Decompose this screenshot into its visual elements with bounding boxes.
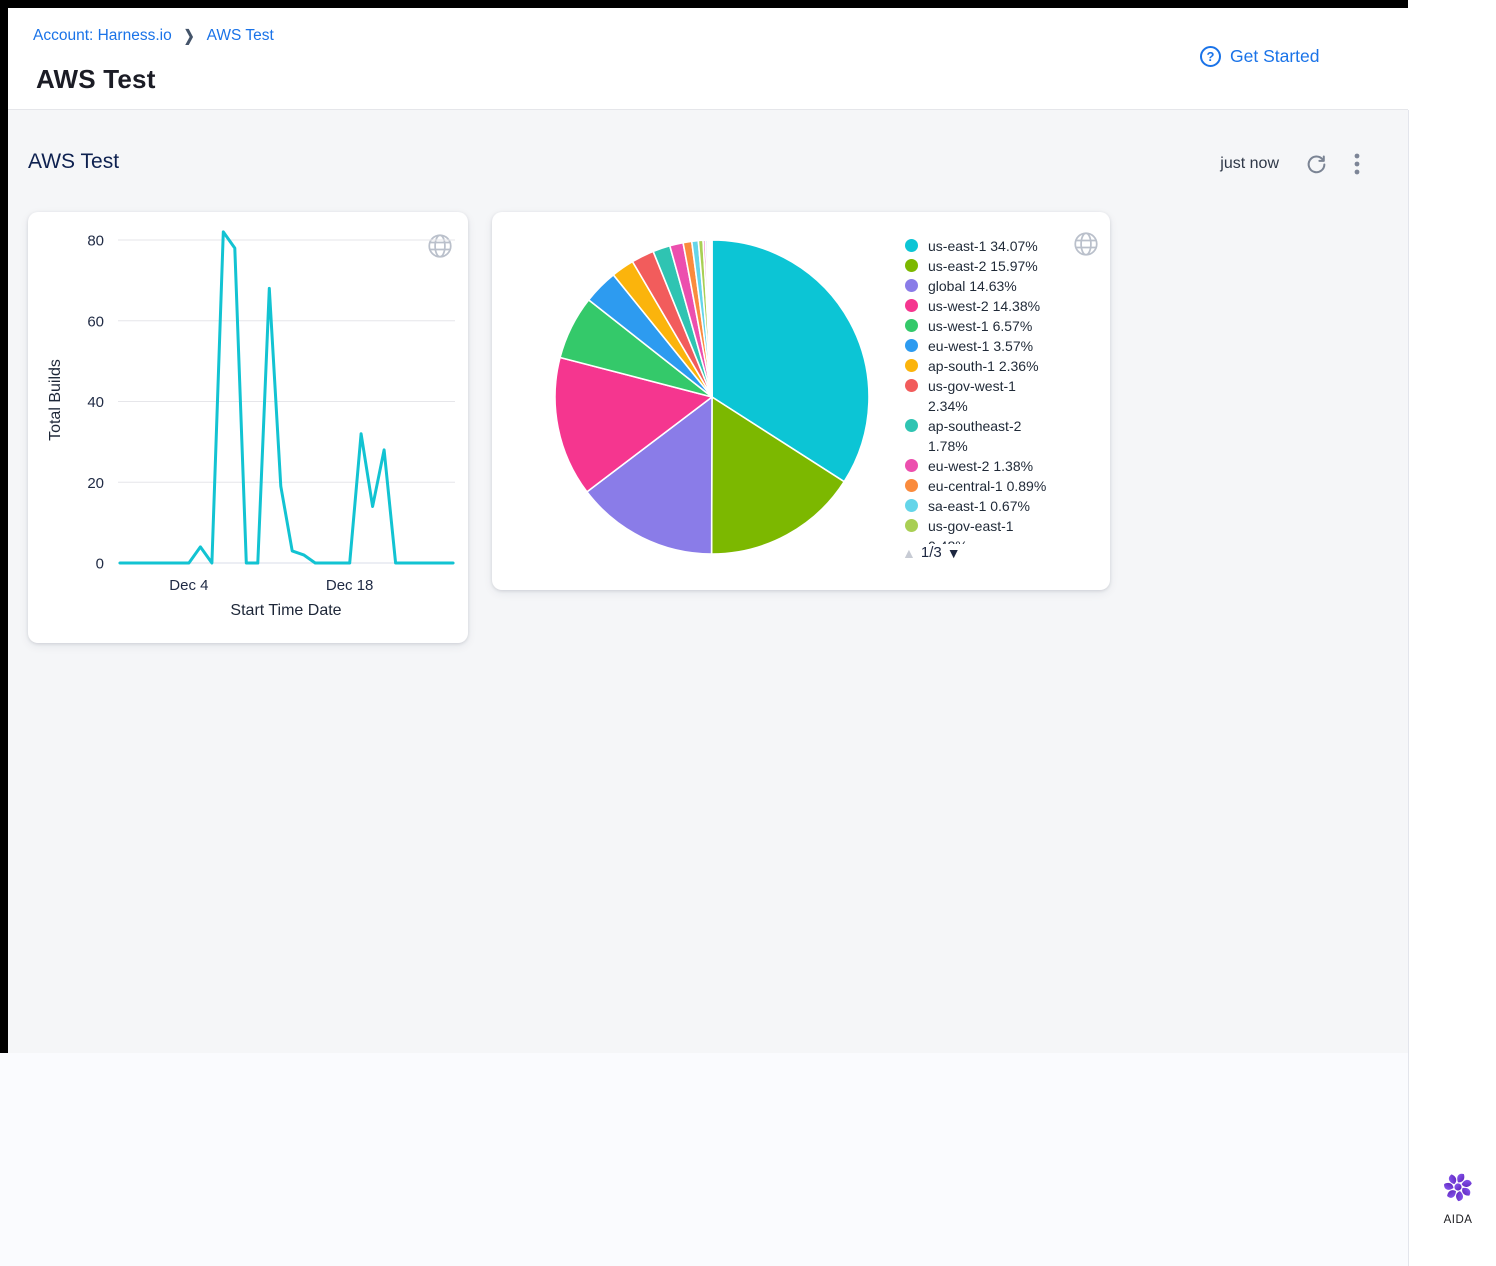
dashboard-title: AWS Test — [28, 150, 119, 174]
refresh-button[interactable] — [1305, 153, 1328, 176]
total-builds-series-line[interactable] — [120, 232, 453, 563]
legend-dot — [905, 419, 918, 432]
legend-dot — [905, 479, 918, 492]
legend-pager: ▲ 1/3 ▼ — [902, 544, 961, 561]
legend-dot — [905, 459, 918, 472]
legend-dot — [905, 239, 918, 252]
window-frame-left — [0, 8, 8, 1053]
page-header: Account: Harness.io ❯ AWS Test AWS Test … — [8, 8, 1408, 110]
legend-label: sa-east-1 0.67% — [928, 496, 1030, 516]
page-lower-area — [0, 1053, 1408, 1266]
aida-label: AIDA — [1437, 1214, 1479, 1226]
legend-dot — [905, 339, 918, 352]
y-tick-label: 40 — [87, 394, 104, 411]
aida-widget[interactable]: AIDA — [1437, 1168, 1479, 1226]
page: Account: Harness.io ❯ AWS Test AWS Test … — [0, 0, 1496, 1266]
breadcrumb-account-link[interactable]: Account: Harness.io — [33, 27, 172, 45]
legend-label: eu-west-1 3.57% — [928, 336, 1033, 356]
legend-label: us-west-1 6.57% — [928, 316, 1032, 336]
legend-label: global 14.63% — [928, 276, 1017, 296]
legend-label: us-east-1 34.07% — [928, 236, 1038, 256]
legend-dot — [905, 259, 918, 272]
legend-item-eu-west-2[interactable]: eu-west-2 1.38% — [905, 456, 1063, 476]
legend-item-ap-southeast-2[interactable]: ap-southeast-21.78% — [905, 416, 1063, 456]
dashboard-menu-button[interactable] — [1354, 152, 1360, 176]
legend-dot — [905, 499, 918, 512]
x-axis-label: Start Time Date — [230, 602, 341, 620]
chevron-right-icon: ❯ — [184, 26, 195, 45]
kebab-menu-icon — [1354, 152, 1360, 176]
x-tick-label: Dec 4 — [169, 577, 208, 594]
legend-item-us-west-1[interactable]: us-west-1 6.57% — [905, 316, 1063, 336]
dashboard-actions: just now — [1220, 152, 1360, 176]
aida-flower-icon — [1439, 1168, 1477, 1206]
breadcrumb: Account: Harness.io ❯ AWS Test — [33, 27, 274, 45]
legend-item-us-gov-west-1[interactable]: us-gov-west-12.34% — [905, 376, 1063, 416]
legend-label: ap-southeast-21.78% — [928, 416, 1021, 456]
right-gutter — [1408, 0, 1496, 1266]
x-tick-label: Dec 18 — [326, 577, 374, 594]
y-tick-label: 20 — [87, 475, 104, 492]
pie-legend: us-east-1 34.07%us-east-2 15.97%global 1… — [905, 236, 1063, 544]
line-chart[interactable]: 0 20 40 60 80 Dec 4 Dec 18 — [28, 212, 468, 643]
legend-item-ap-south-1[interactable]: ap-south-1 2.36% — [905, 356, 1063, 376]
legend-dot — [905, 299, 918, 312]
get-started-link[interactable]: ? Get Started — [1200, 46, 1320, 67]
total-builds-chart-card: 0 20 40 60 80 Dec 4 Dec 18 Total Builds Start … — [28, 212, 468, 643]
window-frame-top — [0, 0, 1496, 8]
legend-item-us-west-2[interactable]: us-west-2 14.38% — [905, 296, 1063, 316]
legend-page-down-button[interactable]: ▼ — [947, 545, 961, 561]
help-circle-icon: ? — [1200, 46, 1221, 67]
last-refreshed-label: just now — [1220, 155, 1279, 173]
legend-item-us-east-1[interactable]: us-east-1 34.07% — [905, 236, 1063, 256]
legend-label: us-gov-east-10.48% — [928, 516, 1014, 544]
refresh-icon — [1305, 153, 1328, 176]
legend-label: eu-central-1 0.89% — [928, 476, 1046, 496]
y-tick-label: 80 — [87, 233, 104, 250]
legend-label: us-east-2 15.97% — [928, 256, 1038, 276]
dashboard-content: AWS Test just now — [8, 110, 1408, 1053]
legend-dot — [905, 359, 918, 372]
legend-dot — [905, 379, 918, 392]
region-pie-chart-card: us-east-1 34.07%us-east-2 15.97%global 1… — [492, 212, 1110, 590]
content-right-border — [1408, 110, 1409, 1266]
legend-page-up-button[interactable]: ▲ — [902, 545, 916, 561]
legend-label: us-gov-west-12.34% — [928, 376, 1016, 416]
legend-page-indicator: 1/3 — [921, 544, 942, 561]
legend-label: us-west-2 14.38% — [928, 296, 1040, 316]
y-axis-label: Total Builds — [47, 359, 65, 441]
legend-label: ap-south-1 2.36% — [928, 356, 1039, 376]
legend-item-us-east-2[interactable]: us-east-2 15.97% — [905, 256, 1063, 276]
legend-label: eu-west-2 1.38% — [928, 456, 1033, 476]
get-started-label: Get Started — [1230, 46, 1320, 67]
y-tick-label: 60 — [87, 313, 104, 330]
legend-item-eu-central-1[interactable]: eu-central-1 0.89% — [905, 476, 1063, 496]
legend-item-eu-west-1[interactable]: eu-west-1 3.57% — [905, 336, 1063, 356]
legend-item-us-gov-east-1[interactable]: us-gov-east-10.48% — [905, 516, 1063, 544]
legend-item-global[interactable]: global 14.63% — [905, 276, 1063, 296]
legend-item-sa-east-1[interactable]: sa-east-1 0.67% — [905, 496, 1063, 516]
legend-dot — [905, 319, 918, 332]
breadcrumb-current-link[interactable]: AWS Test — [207, 27, 274, 45]
y-tick-label: 0 — [96, 556, 104, 573]
legend-dot — [905, 279, 918, 292]
page-title: AWS Test — [36, 64, 156, 95]
legend-dot — [905, 519, 918, 532]
